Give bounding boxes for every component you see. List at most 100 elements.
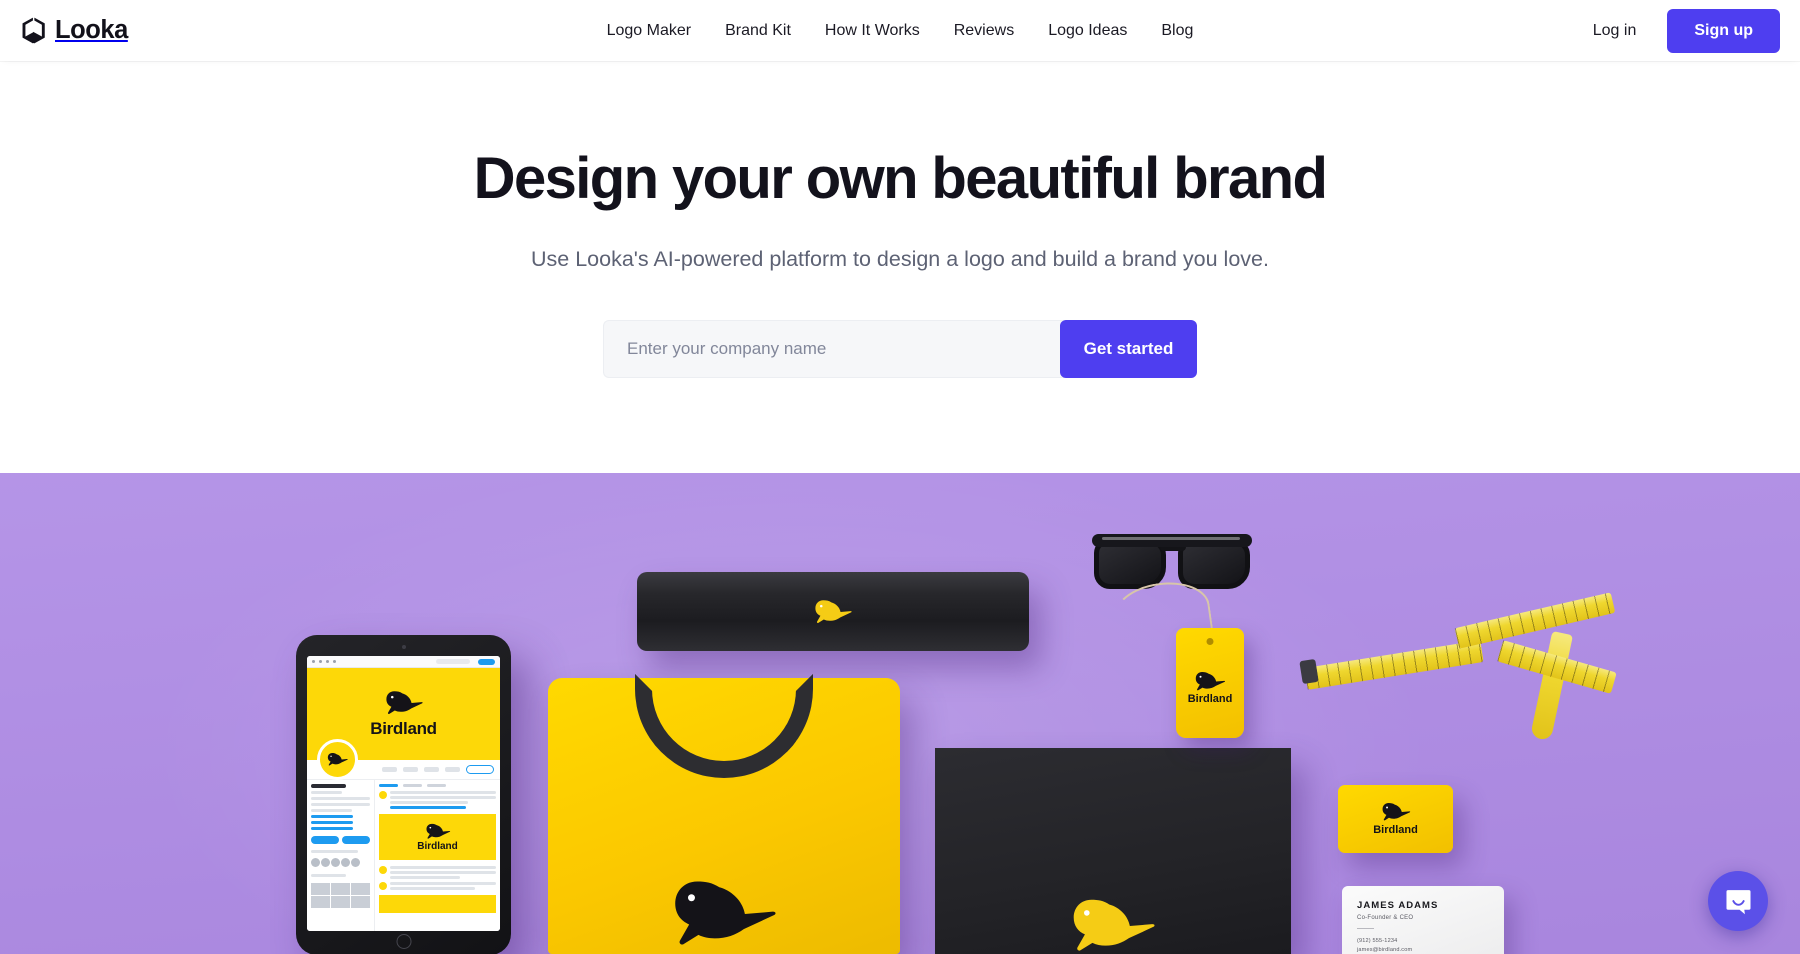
tablet-home-button-icon [396, 934, 411, 949]
header-actions: Log in Sign up [1579, 8, 1780, 53]
main-navigation: Logo Maker Brand Kit How It Works Review… [590, 13, 1211, 48]
avatar [351, 858, 360, 867]
avatar [311, 858, 320, 867]
tablet-follow-button [478, 658, 495, 665]
tweet-hashtags [390, 806, 467, 809]
tab-tweets-replies [403, 784, 422, 787]
brand-wordmark: Birdland [1187, 692, 1233, 705]
hero-section: Design your own beautiful brand Use Look… [0, 61, 1800, 473]
get-started-button[interactable]: Get started [1060, 319, 1197, 378]
tshirt-mockup [548, 674, 900, 954]
tweet-text [390, 791, 496, 809]
hero-title: Design your own beautiful brand [473, 146, 1328, 211]
timeline-tweet [379, 882, 496, 890]
profile-location-line [311, 815, 354, 818]
timeline-tweet [379, 791, 496, 809]
tweet-line [390, 791, 496, 794]
browser-forward-icon [319, 660, 322, 663]
tweet-line [390, 876, 460, 879]
tape-segment [1304, 640, 1484, 690]
profile-media-grid [311, 883, 370, 908]
stat-likes [445, 767, 460, 772]
card-contact-email: james@birdland.com [1357, 947, 1413, 954]
tablet-screen: Birdland Birdland [307, 656, 500, 931]
tweet-line [390, 801, 469, 804]
tab-media [427, 784, 446, 787]
signup-button[interactable]: Sign up [1667, 8, 1780, 53]
tablet-profile-body: Birdland [307, 780, 500, 931]
bird-silhouette-icon [812, 599, 854, 625]
stat-following [403, 767, 418, 772]
profile-link-line [311, 821, 354, 824]
stat-followers [424, 767, 439, 772]
looka-logo-link[interactable]: Looka [21, 17, 128, 44]
tweet-line [390, 887, 475, 890]
brand-wordmark: Birdland [1373, 824, 1418, 836]
company-name-form: Get started [603, 319, 1197, 378]
message-button [342, 836, 370, 844]
card-divider [1357, 928, 1374, 929]
browser-back-icon [312, 660, 315, 663]
tweet-line [390, 871, 496, 874]
tablet-timeline: Birdland [375, 780, 500, 931]
followers-label-line [311, 850, 359, 853]
bird-silhouette-icon [1380, 802, 1412, 822]
avatar [331, 858, 340, 867]
card-contact-phone: (912) 555-1234 [1357, 938, 1398, 944]
profile-name-line [311, 784, 347, 788]
tape-ticks [1454, 592, 1616, 649]
tweet-text [390, 882, 496, 890]
nav-item-how-it-works[interactable]: How It Works [808, 13, 937, 48]
tape-segment [1454, 592, 1616, 649]
timeline-tweet [379, 866, 496, 879]
nav-item-logo-maker[interactable]: Logo Maker [590, 13, 709, 48]
card-contact-role: Co-Founder & CEO [1357, 915, 1414, 921]
tablet-camera-icon [401, 645, 406, 649]
avatar [379, 882, 387, 890]
tweet-text [390, 866, 496, 879]
bird-silhouette-icon [1065, 897, 1161, 954]
tab-tweets [379, 784, 398, 787]
tape-segment [1530, 630, 1573, 742]
tweet-line [390, 866, 496, 869]
nav-item-reviews[interactable]: Reviews [937, 13, 1031, 48]
timeline-tabs [379, 784, 496, 787]
nav-item-blog[interactable]: Blog [1144, 13, 1210, 48]
card-contact-name: JAMES ADAMS [1357, 900, 1439, 911]
hang-tag-card: Birdland [1176, 628, 1244, 738]
company-name-input[interactable] [603, 319, 1064, 378]
browser-url-bar [436, 659, 470, 664]
tweet-to-button [311, 836, 339, 844]
tape-metal-end [1299, 658, 1319, 685]
login-link[interactable]: Log in [1579, 14, 1651, 48]
profile-handle-line [311, 791, 342, 794]
nav-item-brand-kit[interactable]: Brand Kit [708, 13, 808, 48]
media-thumb [351, 896, 370, 908]
looka-hexagon-mark-icon [22, 17, 45, 44]
showcase-lighting-overlay [0, 473, 1800, 954]
avatar [379, 791, 387, 799]
profile-joined-line [311, 827, 354, 830]
browser-share-icon [326, 660, 329, 663]
browser-tabs-icon [333, 660, 336, 663]
bio-line [311, 809, 353, 812]
chat-launcher-button[interactable] [1708, 871, 1768, 931]
media-thumb [311, 896, 330, 908]
hero-subtitle: Use Looka's AI-powered platform to desig… [531, 246, 1269, 271]
bird-silhouette-icon [665, 878, 783, 950]
sunglasses-highlight [1102, 537, 1240, 540]
white-business-card: JAMES ADAMS Co-Founder & CEO (912) 555-1… [1342, 886, 1504, 954]
tape-ticks [1304, 640, 1484, 690]
follower-avatars [311, 858, 370, 867]
media-thumb [331, 896, 350, 908]
page-root: Looka Logo Maker Brand Kit How It Works … [0, 0, 1800, 954]
tweet-logo-card [379, 895, 496, 913]
bio-line [311, 803, 370, 806]
nav-item-logo-ideas[interactable]: Logo Ideas [1031, 13, 1144, 48]
tablet-profile-sidebar [307, 780, 375, 931]
avatar [341, 858, 350, 867]
bird-silhouette-icon [383, 690, 425, 716]
tablet-profile-banner: Birdland [307, 668, 500, 780]
stat-tweets [382, 767, 397, 772]
shopping-bag-mockup [935, 748, 1291, 954]
